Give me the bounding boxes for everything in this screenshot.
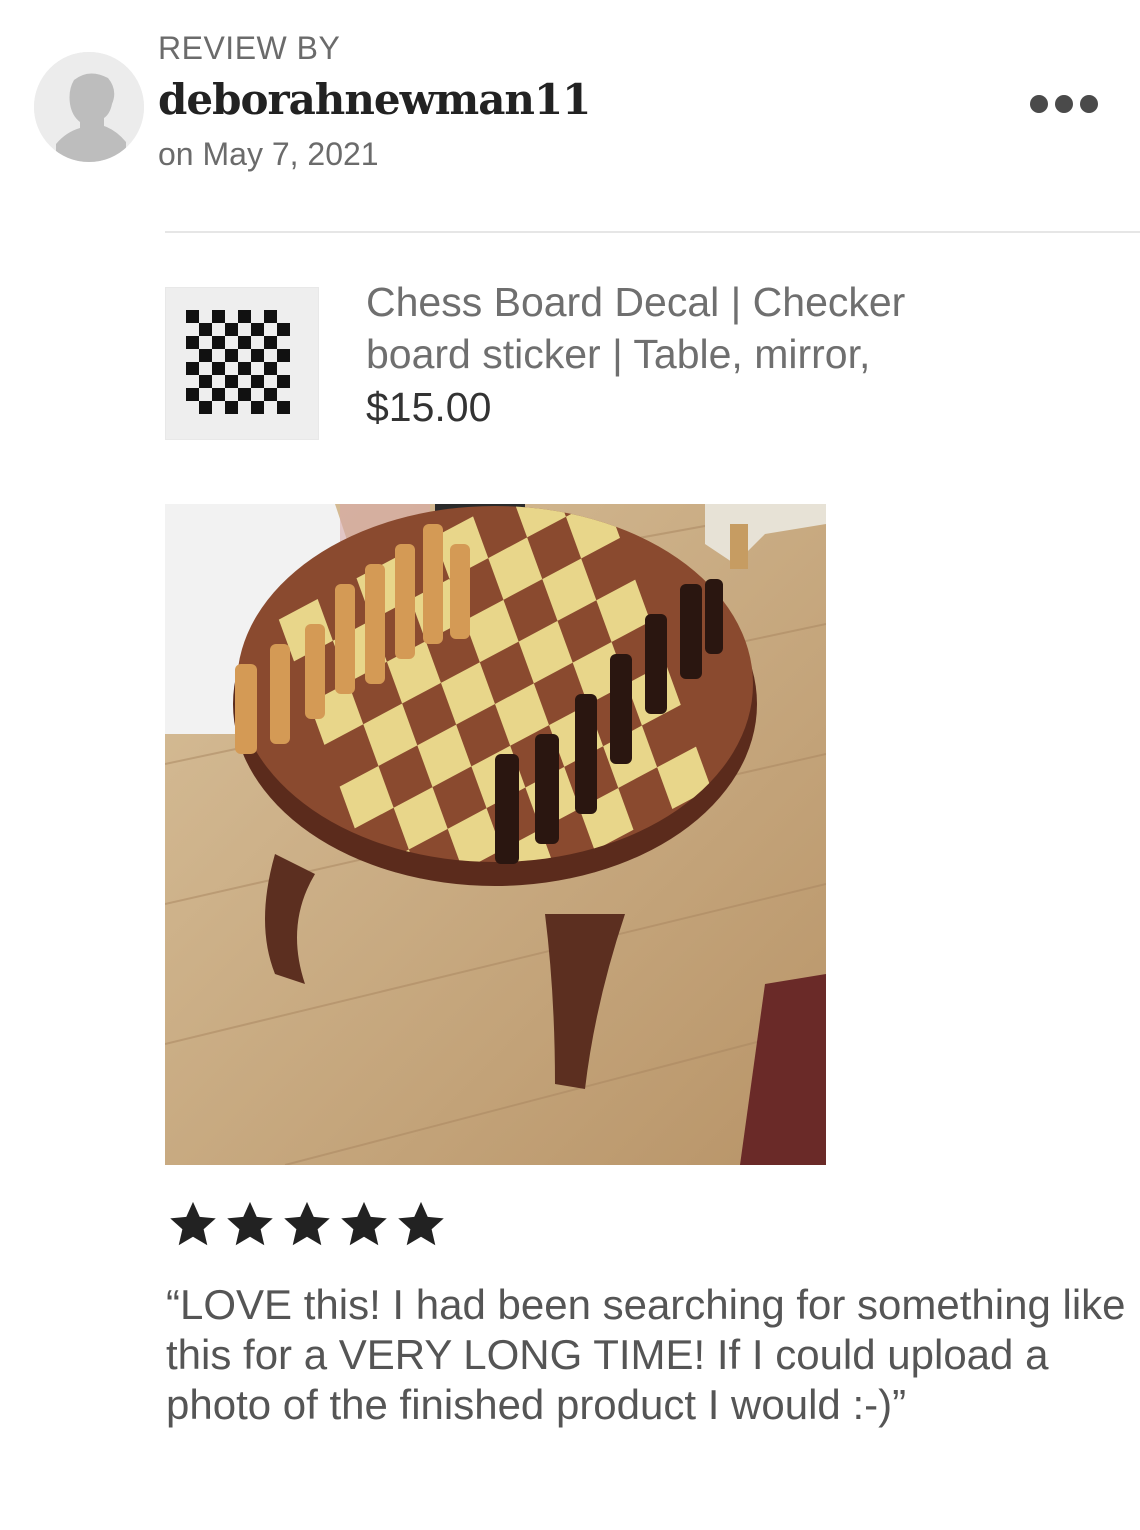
star-icon <box>284 1201 330 1246</box>
more-horizontal-icon <box>1055 95 1073 113</box>
more-horizontal-icon <box>1080 95 1098 113</box>
more-horizontal-icon <box>1030 95 1048 113</box>
product-price: $15.00 <box>366 384 492 430</box>
avatar[interactable] <box>34 52 144 162</box>
product-title[interactable]: Chess Board Decal | Checker board sticke… <box>366 276 1006 380</box>
checkerboard-image <box>166 288 318 439</box>
rating-stars <box>166 1198 448 1250</box>
chess-table-photo <box>165 504 826 1165</box>
review-by-label: REVIEW BY <box>158 30 341 66</box>
review-date: on May 7, 2021 <box>158 136 379 172</box>
star-icon <box>170 1201 216 1246</box>
reviewer-username[interactable]: deborahnewman11 <box>158 75 591 124</box>
review-text: “LOVE this! I had been searching for som… <box>166 1281 1126 1428</box>
star-icon <box>341 1201 387 1246</box>
more-options-button[interactable] <box>1030 92 1102 116</box>
user-silhouette-icon <box>34 52 144 162</box>
divider <box>165 231 1140 233</box>
product-thumbnail[interactable] <box>165 287 319 440</box>
star-icon <box>227 1201 273 1246</box>
review-photo[interactable] <box>165 504 826 1165</box>
star-icon <box>398 1201 444 1246</box>
